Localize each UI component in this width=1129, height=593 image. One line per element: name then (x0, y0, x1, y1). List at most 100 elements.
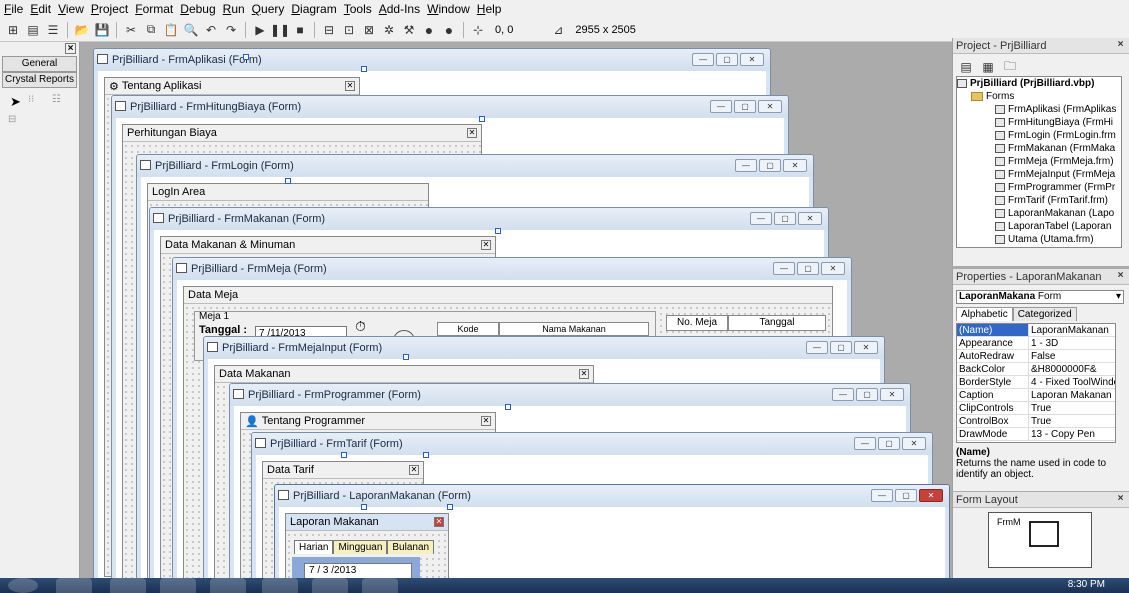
maximize-button[interactable]: ▢ (716, 53, 738, 66)
tool-icon[interactable]: ⁝⁝ (28, 94, 34, 105)
find-icon[interactable]: 🔍 (182, 21, 200, 39)
tree-item[interactable]: LaporanTabel (Laporan (957, 220, 1121, 233)
tree-item[interactable]: FrmMakanan (FrmMaka (957, 142, 1121, 155)
menu-editor-icon[interactable]: ☰ (44, 21, 62, 39)
undo-icon[interactable]: ↶ (202, 21, 220, 39)
tree-item[interactable]: FrmTarif (FrmTarif.frm) (957, 194, 1121, 207)
property-value[interactable]: Laporan Makanan (1029, 389, 1115, 401)
toggle-folders-icon[interactable]: 🗀 (1001, 58, 1019, 76)
minimize-button[interactable]: — (692, 53, 714, 66)
selection-handle[interactable] (243, 54, 249, 60)
maximize-button[interactable]: ▢ (734, 100, 756, 113)
data-view-icon[interactable]: ● (420, 21, 438, 39)
form-laporan-makanan[interactable]: Laporan Makanan ✕ Harian Mingguan Bulanan… (285, 513, 449, 578)
selection-handle[interactable] (403, 354, 409, 360)
menu-view[interactable]: View (58, 2, 84, 16)
tree-item[interactable]: FrmHitungBiaya (FrmHi (957, 116, 1121, 129)
menu-project[interactable]: Project (91, 2, 128, 16)
selection-handle[interactable] (361, 66, 367, 72)
menu-window[interactable]: Window (427, 2, 470, 16)
tree-item[interactable]: FrmMejaInput (FrmMeja (957, 168, 1121, 181)
property-value[interactable]: LaporanMakanan (1029, 324, 1115, 336)
selection-handle[interactable] (479, 116, 485, 122)
property-value[interactable]: False (1029, 350, 1115, 362)
view-code-icon[interactable]: ▤ (957, 58, 975, 76)
tree-folder[interactable]: Forms (957, 90, 1121, 103)
minimize-button[interactable]: — (806, 341, 828, 354)
object-browser-icon[interactable]: ✲ (380, 21, 398, 39)
close-icon[interactable]: ✕ (481, 416, 491, 426)
close-button[interactable]: ✕ (740, 53, 764, 66)
tree-root[interactable]: PrjBilliard (PrjBilliard.vbp) (957, 77, 1121, 90)
column-header-kode-makanan[interactable]: Kode Makanan (437, 322, 499, 346)
tree-item[interactable]: Utama (Utama.frm) (957, 233, 1121, 246)
minimize-button[interactable]: — (735, 159, 757, 172)
close-icon[interactable]: × (65, 43, 76, 54)
toolbox-icon[interactable]: ⚒ (400, 21, 418, 39)
stop-icon[interactable]: ■ (291, 21, 309, 39)
tree-item[interactable]: FrmLogin (FrmLogin.frm (957, 129, 1121, 142)
visual-component-icon[interactable]: ● (440, 21, 458, 39)
close-button[interactable]: ✕ (821, 262, 845, 275)
selection-handle[interactable] (361, 504, 367, 510)
menu-edit[interactable]: Edit (30, 2, 51, 16)
redo-icon[interactable]: ↷ (222, 21, 240, 39)
paste-icon[interactable]: 📋 (162, 21, 180, 39)
tab-bulanan[interactable]: Bulanan (387, 540, 435, 554)
clock[interactable]: 8:30 PM (1068, 579, 1105, 590)
selection-handle[interactable] (495, 228, 501, 234)
start-icon[interactable]: ▶ (251, 21, 269, 39)
maximize-button[interactable]: ▢ (856, 388, 878, 401)
menu-run[interactable]: Run (223, 2, 245, 16)
column-header-nama-makanan[interactable]: Nama Makanan (499, 322, 649, 336)
selection-handle[interactable] (285, 178, 291, 184)
pointer-icon[interactable]: ➤ (10, 94, 21, 110)
date-picker[interactable]: 7 / 3 /2013 (304, 563, 412, 578)
project-tree[interactable]: PrjBilliard (PrjBilliard.vbp) Forms FrmA… (956, 76, 1122, 248)
properties-grid[interactable]: (Name) LaporanMakanan Appearance 1 - 3D Au… (956, 323, 1116, 443)
close-icon[interactable]: ✕ (579, 369, 589, 379)
project-explorer-icon[interactable]: ⊟ (320, 21, 338, 39)
pause-icon[interactable]: ❚❚ (270, 21, 290, 39)
property-row[interactable]: (Name) LaporanMakanan (957, 324, 1115, 337)
open-icon[interactable]: 📂 (73, 21, 91, 39)
close-button[interactable]: ✕ (783, 159, 807, 172)
form-layout-icon[interactable]: ⊠ (360, 21, 378, 39)
selection-handle[interactable] (505, 404, 511, 410)
add-project-icon[interactable]: ⊞ (4, 21, 22, 39)
minimize-button[interactable]: — (871, 489, 893, 502)
taskbar-app-icon[interactable] (160, 578, 196, 593)
tree-item[interactable]: FrmMeja (FrmMeja.frm) (957, 155, 1121, 168)
close-icon[interactable]: × (1115, 40, 1126, 51)
minimize-button[interactable]: — (750, 212, 772, 225)
maximize-button[interactable]: ▢ (759, 159, 781, 172)
close-icon[interactable]: ✕ (467, 128, 477, 138)
close-button[interactable]: ✕ (854, 341, 878, 354)
taskbar-app-icon[interactable] (262, 578, 298, 593)
minimize-button[interactable]: — (854, 437, 876, 450)
property-value[interactable]: &H8000000F& (1029, 363, 1115, 375)
toolbox-tab-general[interactable]: General (2, 56, 77, 72)
add-form-icon[interactable]: ▤ (24, 21, 42, 39)
start-button[interactable] (8, 578, 38, 593)
toolbox-tab-crystal-reports[interactable]: Crystal Reports (2, 72, 77, 88)
menu-addins[interactable]: Add-Ins (379, 2, 420, 16)
property-row[interactable]: Appearance 1 - 3D (957, 337, 1115, 350)
cut-icon[interactable]: ✂ (122, 21, 140, 39)
close-icon[interactable]: ✕ (481, 240, 491, 250)
menu-help[interactable]: Help (477, 2, 502, 16)
minimize-button[interactable]: — (773, 262, 795, 275)
taskbar-app-icon[interactable] (110, 578, 146, 593)
property-row[interactable]: DrawMode 13 - Copy Pen (957, 428, 1115, 441)
selection-handle[interactable] (447, 504, 453, 510)
column-header-tanggal[interactable]: Tanggal (728, 315, 826, 331)
close-button[interactable]: ✕ (902, 437, 926, 450)
menu-format[interactable]: Format (135, 2, 173, 16)
maximize-button[interactable]: ▢ (830, 341, 852, 354)
menu-query[interactable]: Query (252, 2, 285, 16)
column-header-no-meja[interactable]: No. Meja (666, 315, 728, 331)
menu-tools[interactable]: Tools (344, 2, 372, 16)
taskbar-app-icon[interactable] (210, 578, 246, 593)
tool-icon[interactable]: ⊟ (8, 114, 16, 125)
close-button[interactable]: ✕ (798, 212, 822, 225)
